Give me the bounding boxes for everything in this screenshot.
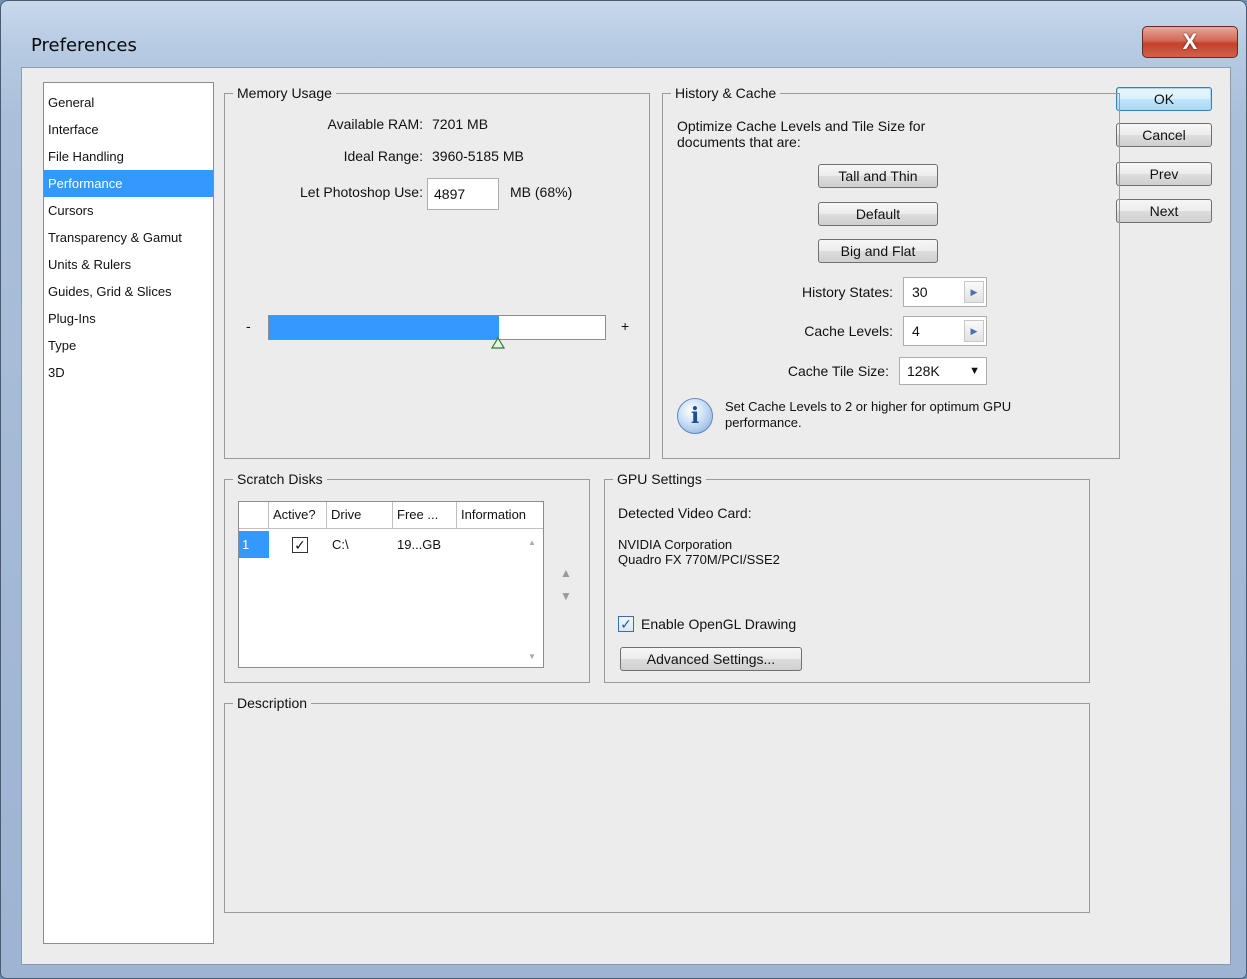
cache-levels-value: 4 [912,323,920,339]
increment-arrow-icon[interactable]: ▶ [964,320,984,342]
memory-slider[interactable] [268,315,606,340]
default-cache-button[interactable]: Default [818,202,938,226]
description-group: Description [224,695,1090,913]
memory-usage-group: Memory Usage [224,85,650,459]
cache-tile-size-select[interactable]: 128K ▼ [899,357,987,385]
scroll-down-icon[interactable]: ▼ [528,652,536,661]
ideal-range-label: Ideal Range: [343,148,423,164]
history-states-label: History States: [801,284,893,300]
scratch-disks-table[interactable]: Active? Drive Free ... Information 1 ✓ C… [238,501,544,668]
move-up-arrow-icon[interactable]: ▲ [560,566,572,580]
table-scrollbar[interactable]: ▲ ▼ [523,530,543,667]
available-ram-value: 7201 MB [432,116,489,132]
history-states-value: 30 [912,284,928,300]
ok-button[interactable]: OK [1116,87,1212,111]
description-legend: Description [237,695,308,711]
cache-levels-label: Cache Levels: [804,323,893,339]
memory-use-suffix: MB (68%) [510,184,573,200]
category-list[interactable]: General Interface File Handling Performa… [43,82,214,944]
drive-cell: C:\ [332,537,349,552]
sidebar-item-performance[interactable]: Performance [44,170,213,197]
sidebar-item-3d[interactable]: 3D [44,359,213,386]
gpu-cache-info-text: Set Cache Levels to 2 or higher for opti… [725,399,1012,430]
increment-arrow-icon[interactable]: ▶ [964,281,984,303]
cache-intro-text: Optimize Cache Levels and Tile Size for … [677,118,926,150]
memory-slider-fill [269,316,499,339]
cache-tile-size-value: 128K [907,363,940,379]
opengl-label[interactable]: Enable OpenGL Drawing [641,616,796,632]
history-cache-legend: History & Cache [675,85,777,101]
advanced-settings-button[interactable]: Advanced Settings... [620,647,802,671]
sidebar-item-file-handling[interactable]: File Handling [44,143,213,170]
table-header: Active? Drive Free ... Information [239,502,543,529]
slider-plus-label: + [621,318,630,334]
row-index-cell: 1 [239,531,269,558]
column-header-index[interactable] [239,502,269,528]
sidebar-item-type[interactable]: Type [44,332,213,359]
sidebar-item-transparency-gamut[interactable]: Transparency & Gamut [44,224,213,251]
column-header-active[interactable]: Active? [269,502,327,528]
sidebar-item-interface[interactable]: Interface [44,116,213,143]
cancel-button[interactable]: Cancel [1116,123,1212,147]
move-down-arrow-icon[interactable]: ▼ [560,589,572,603]
prev-button[interactable]: Prev [1116,162,1212,186]
scroll-up-icon[interactable]: ▲ [528,538,536,547]
ideal-range-value: 3960-5185 MB [432,148,524,164]
column-header-free[interactable]: Free ... [393,502,457,528]
column-header-information[interactable]: Information [457,502,543,528]
next-button[interactable]: Next [1116,199,1212,223]
gpu-settings-legend: GPU Settings [617,471,702,487]
detected-video-card-label: Detected Video Card: [618,505,752,521]
memory-usage-legend: Memory Usage [237,85,332,101]
sidebar-item-plug-ins[interactable]: Plug-Ins [44,305,213,332]
gpu-card-name: Quadro FX 770M/PCI/SSE2 [618,552,780,567]
info-icon: i [677,398,713,434]
history-states-stepper[interactable]: 30 ▶ [903,277,987,307]
title-bar[interactable]: Preferences X [1,1,1246,67]
sidebar-item-units-rulers[interactable]: Units & Rulers [44,251,213,278]
cache-levels-stepper[interactable]: 4 ▶ [903,316,987,346]
active-checkbox[interactable]: ✓ [292,537,308,553]
chevron-down-icon: ▼ [969,365,980,377]
slider-thumb-icon[interactable] [490,337,505,349]
tall-and-thin-button[interactable]: Tall and Thin [818,164,938,188]
let-photoshop-use-label: Let Photoshop Use: [300,184,423,200]
sidebar-item-cursors[interactable]: Cursors [44,197,213,224]
memory-use-input[interactable]: 4897 [427,178,499,210]
column-header-drive[interactable]: Drive [327,502,393,528]
preferences-window: Preferences X General Interface File Han… [0,0,1247,979]
sidebar-item-general[interactable]: General [44,89,213,116]
gpu-vendor: NVIDIA Corporation [618,537,733,552]
opengl-checkbox[interactable]: ✓ [618,616,634,632]
sidebar-item-guides-grid-slices[interactable]: Guides, Grid & Slices [44,278,213,305]
big-and-flat-button[interactable]: Big and Flat [818,239,938,263]
scratch-disks-legend: Scratch Disks [237,471,323,487]
available-ram-label: Available RAM: [327,116,423,132]
window-title: Preferences [31,35,137,56]
slider-minus-label: - [246,318,251,334]
cache-tile-size-label: Cache Tile Size: [787,363,889,379]
close-button[interactable]: X [1142,26,1238,58]
table-row[interactable]: 1 ✓ C:\ 19...GB [239,531,524,558]
free-space-cell: 19...GB [397,537,442,552]
close-icon: X [1182,29,1198,54]
